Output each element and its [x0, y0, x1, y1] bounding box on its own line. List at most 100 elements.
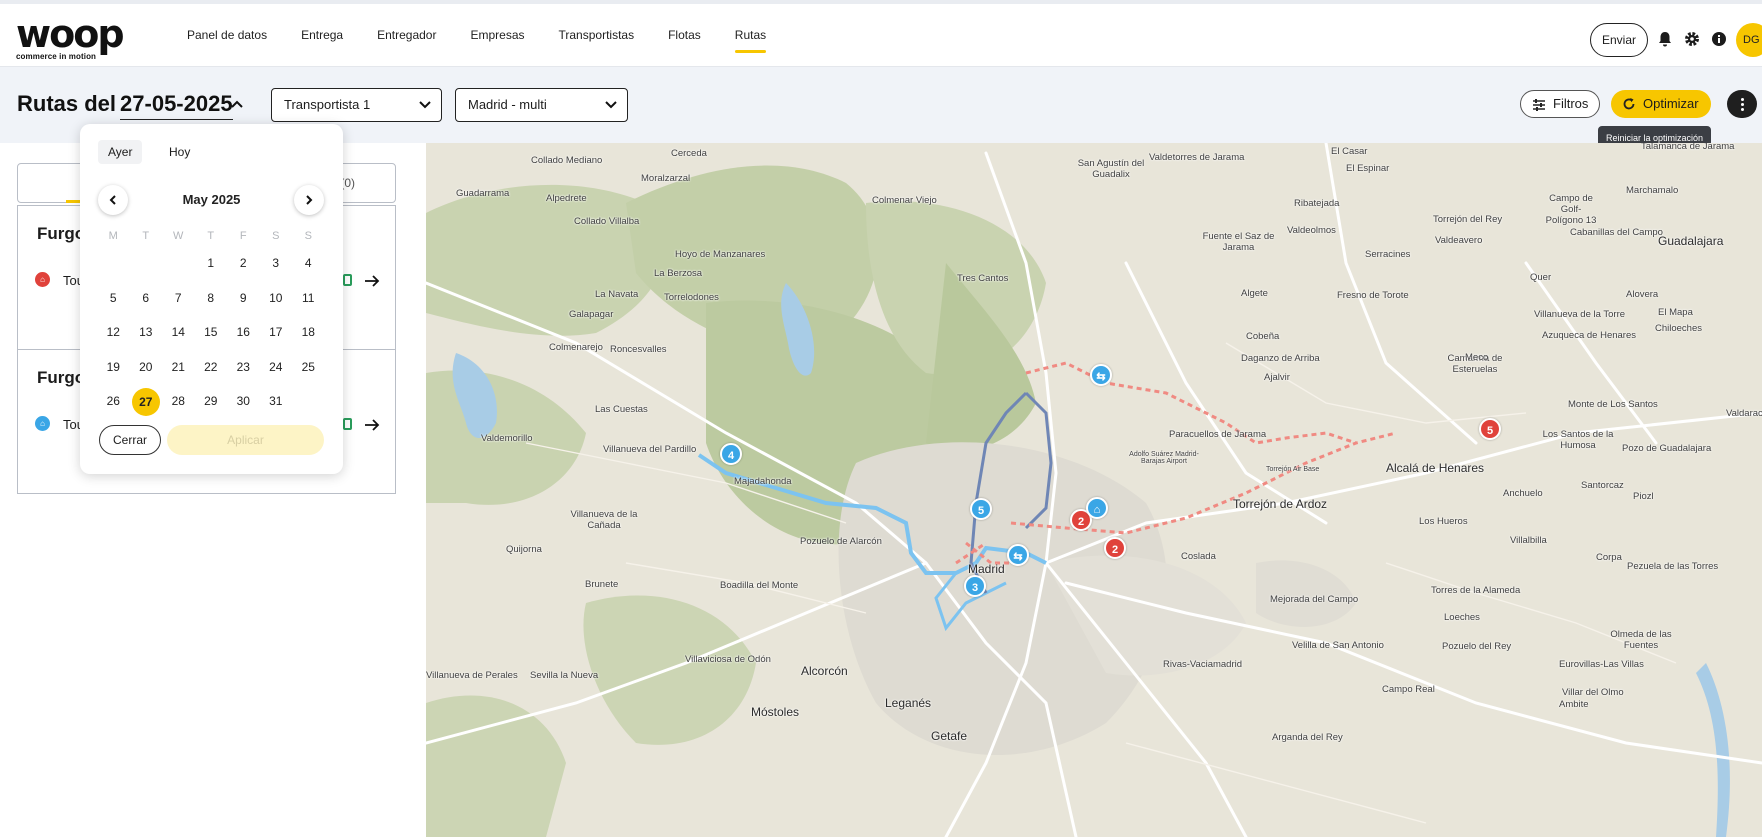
calendar-day[interactable]: 29 — [195, 388, 228, 423]
calendar-day[interactable]: 3 — [260, 250, 293, 285]
weekday-label: M — [108, 230, 118, 242]
weekday-label: T — [207, 230, 215, 242]
calendar-day[interactable]: 21 — [162, 354, 195, 389]
calendar-day[interactable]: 8 — [195, 285, 228, 320]
calendar-day[interactable]: 18 — [292, 319, 325, 354]
quick-today-button[interactable]: Hoy — [159, 140, 200, 164]
calendar-day[interactable]: 30 — [227, 388, 260, 423]
nav-item-panel-de-datos[interactable]: Panel de datos — [170, 4, 284, 67]
route-stop-marker[interactable]: 5 — [970, 498, 992, 520]
nav-item-empresas[interactable]: Empresas — [453, 4, 541, 67]
calendar-day[interactable]: 22 — [195, 354, 228, 389]
place-label: El Casar — [1331, 146, 1368, 157]
place-label: Brunete — [585, 579, 619, 590]
place-label: Anchuelo — [1503, 488, 1543, 499]
map-base-layer — [426, 143, 1762, 837]
depot-marker-icon[interactable]: ⇆ — [1007, 544, 1029, 566]
calendar-day[interactable]: 31 — [260, 388, 293, 423]
place-label: Torres de la Alameda — [1431, 585, 1521, 596]
place-label: Meco — [1465, 352, 1489, 363]
quick-yesterday-button[interactable]: Ayer — [98, 140, 143, 164]
route-stop-marker[interactable]: 4 — [720, 443, 742, 465]
calendar-day[interactable]: 19 — [97, 354, 130, 389]
calendar-day[interactable]: 7 — [162, 285, 195, 320]
calendar-close-button[interactable]: Cerrar — [99, 425, 161, 455]
calendar-day[interactable]: 11 — [292, 285, 325, 320]
date-display[interactable]: 27-05-2025 — [120, 91, 233, 120]
route-stop-marker[interactable]: 3 — [964, 575, 986, 597]
zone-select-value: Madrid - multi — [468, 97, 547, 112]
calendar-day[interactable]: 6 — [130, 285, 163, 320]
calendar-day[interactable]: 17 — [260, 319, 293, 354]
calendar-day[interactable]: 4 — [292, 250, 325, 285]
nav-item-rutas[interactable]: Rutas — [718, 4, 783, 67]
place-label: Pozuelo del Rey — [1442, 641, 1512, 652]
depot-marker-icon[interactable]: ⇆ — [1090, 364, 1112, 386]
place-label: La Navata — [595, 289, 639, 300]
calendar-day[interactable]: 9 — [227, 285, 260, 320]
calendar-day[interactable]: 26 — [97, 388, 130, 423]
sliders-icon — [1533, 99, 1545, 111]
calendar-day[interactable]: 15 — [195, 319, 228, 354]
place-label: Los Hueros — [1419, 516, 1468, 527]
place-label: Chiloeches — [1655, 323, 1702, 334]
route-stop-marker[interactable]: 5 — [1479, 418, 1501, 440]
place-label: Alcorcón — [801, 664, 848, 678]
place-label: La Berzosa — [654, 268, 703, 279]
place-label: Ribatejada — [1294, 198, 1340, 209]
calendar-day[interactable]: 10 — [260, 285, 293, 320]
calendar-day[interactable]: 23 — [227, 354, 260, 389]
place-label: Campo Real — [1382, 684, 1435, 695]
bell-icon[interactable] — [1656, 30, 1674, 48]
place-label: Daganzo de Arriba — [1241, 353, 1320, 364]
carrier-select[interactable]: Transportista 1 — [271, 88, 442, 122]
calendar-day[interactable]: 12 — [97, 319, 130, 354]
calendar-day[interactable]: 16 — [227, 319, 260, 354]
place-label: Guadarrama — [456, 188, 510, 199]
calendar-day[interactable]: 28 — [162, 388, 195, 423]
calendar-day[interactable]: 13 — [130, 319, 163, 354]
user-avatar[interactable]: DG — [1736, 23, 1762, 57]
filters-label: Filtros — [1553, 96, 1589, 111]
calendar-day[interactable]: 14 — [162, 319, 195, 354]
zone-select[interactable]: Madrid - multi — [455, 88, 628, 122]
arrow-right-icon[interactable] — [364, 274, 380, 288]
calendar-week: 12 13 14 15 16 17 18 — [97, 319, 327, 354]
route-map[interactable]: El Casar Talamanca de Jarama Cerceda Val… — [426, 143, 1762, 837]
place-label: Moralzarzal — [641, 173, 691, 184]
place-label: Paracuellos de Jarama — [1169, 429, 1267, 440]
optimize-button[interactable]: Optimizar — [1611, 90, 1711, 118]
woop-logo[interactable]: woop commerce in motion — [16, 15, 126, 61]
calendar-day[interactable]: 24 — [260, 354, 293, 389]
next-month-button[interactable] — [294, 185, 324, 215]
calendar-day[interactable]: 5 — [97, 285, 130, 320]
weekday-label: F — [239, 230, 247, 242]
place-label: San Agustín del Guadalix — [1077, 158, 1145, 180]
calendar-day[interactable]: 1 — [195, 250, 228, 285]
nav-item-entrega[interactable]: Entrega — [284, 4, 360, 67]
calendar-apply-button[interactable]: Aplicar — [167, 425, 324, 455]
more-options-button[interactable] — [1727, 90, 1757, 118]
calendar-week: 26 27 28 29 30 31 — [97, 388, 327, 423]
calendar-day[interactable]: 20 — [130, 354, 163, 389]
calendar-day-selected[interactable]: 27 — [130, 388, 163, 423]
send-button[interactable]: Enviar — [1590, 23, 1648, 57]
calendar-day[interactable]: 25 — [292, 354, 325, 389]
place-label: Cobeña — [1246, 331, 1280, 342]
place-label: Sevilla la Nueva — [530, 670, 599, 681]
chevron-up-icon[interactable] — [230, 97, 244, 111]
carrier-select-value: Transportista 1 — [284, 97, 371, 112]
gear-icon[interactable] — [1683, 30, 1701, 48]
warehouse-marker-icon[interactable]: ⌂ — [1086, 497, 1108, 519]
nav-item-transportistas[interactable]: Transportistas — [542, 4, 652, 67]
nav-item-entregador[interactable]: Entregador — [360, 4, 453, 67]
arrow-right-icon[interactable] — [364, 418, 380, 432]
calendar-day[interactable]: 2 — [227, 250, 260, 285]
filters-button[interactable]: Filtros — [1520, 90, 1600, 118]
route-stop-marker[interactable]: 2 — [1104, 537, 1126, 559]
info-icon[interactable] — [1710, 30, 1728, 48]
place-label: Valdemorillo — [481, 433, 533, 444]
nav-item-flotas[interactable]: Flotas — [651, 4, 718, 67]
place-label: Pezuela de las Torres — [1627, 561, 1719, 572]
place-label: Villanueva del Pardillo — [603, 444, 697, 455]
